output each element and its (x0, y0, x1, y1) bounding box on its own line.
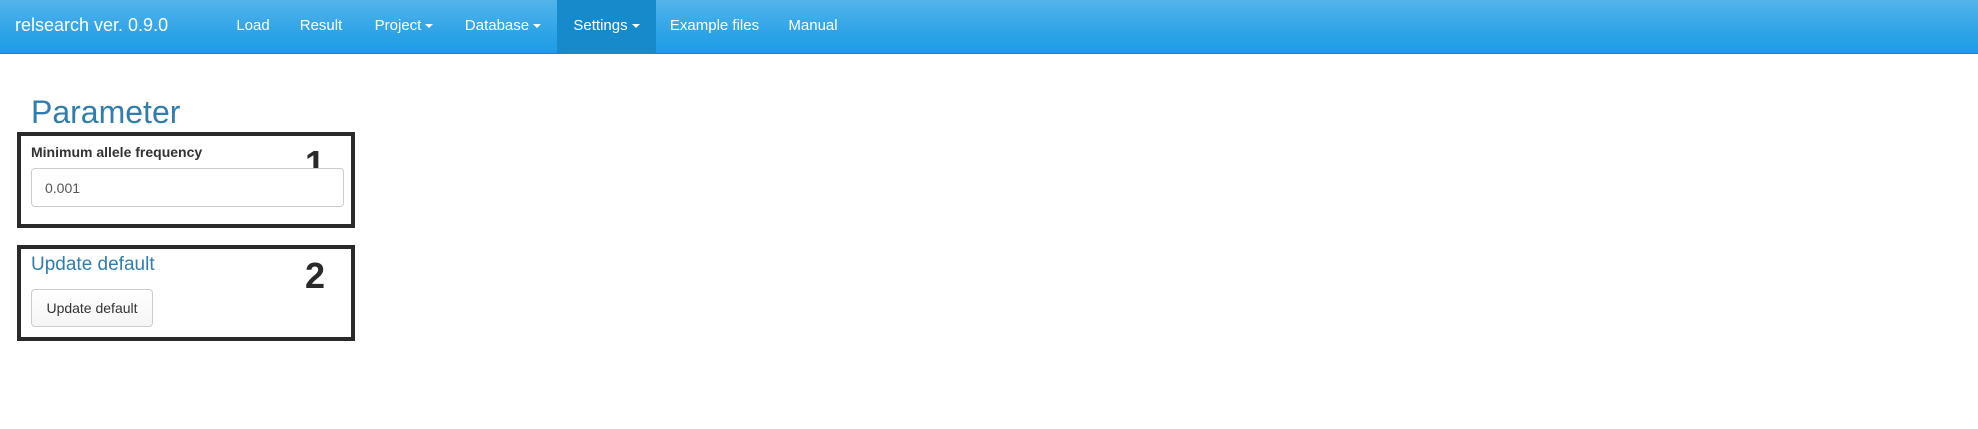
nav-project-dropdown[interactable]: Project (358, 0, 450, 53)
nav-manual-label: Manual (788, 17, 838, 34)
nav-project-label: Project (374, 17, 422, 34)
nav-example-files-label: Example files (669, 17, 760, 34)
chevron-down-icon (533, 24, 542, 29)
nav-database-label: Database (464, 17, 530, 34)
nav-manual[interactable]: Manual (773, 0, 853, 53)
chevron-down-icon (425, 24, 434, 29)
nav-settings-dropdown[interactable]: Settings (557, 0, 656, 53)
nav-load[interactable]: Load (222, 0, 284, 53)
nav-database-dropdown[interactable]: Database (451, 0, 555, 53)
update-default-heading: Update default (31, 254, 155, 275)
update-default-button[interactable]: Update default (31, 289, 153, 327)
nav-result[interactable]: Result (285, 0, 357, 53)
nav-settings-label: Settings (573, 17, 628, 34)
min-allele-frequency-input[interactable] (31, 168, 344, 207)
nav-example-files[interactable]: Example files (657, 0, 772, 53)
app-brand[interactable]: relsearch ver. 0.9.0 (15, 0, 168, 53)
nav-load-label: Load (236, 17, 270, 34)
top-navbar: relsearch ver. 0.9.0 Load Result Project… (0, 0, 1978, 54)
nav-result-label: Result (299, 17, 343, 34)
min-allele-frequency-label: Minimum allele frequency (31, 144, 203, 160)
page-title: Parameter (31, 94, 181, 130)
chevron-down-icon (631, 24, 640, 29)
annotation-number-2: 2 (305, 255, 326, 296)
